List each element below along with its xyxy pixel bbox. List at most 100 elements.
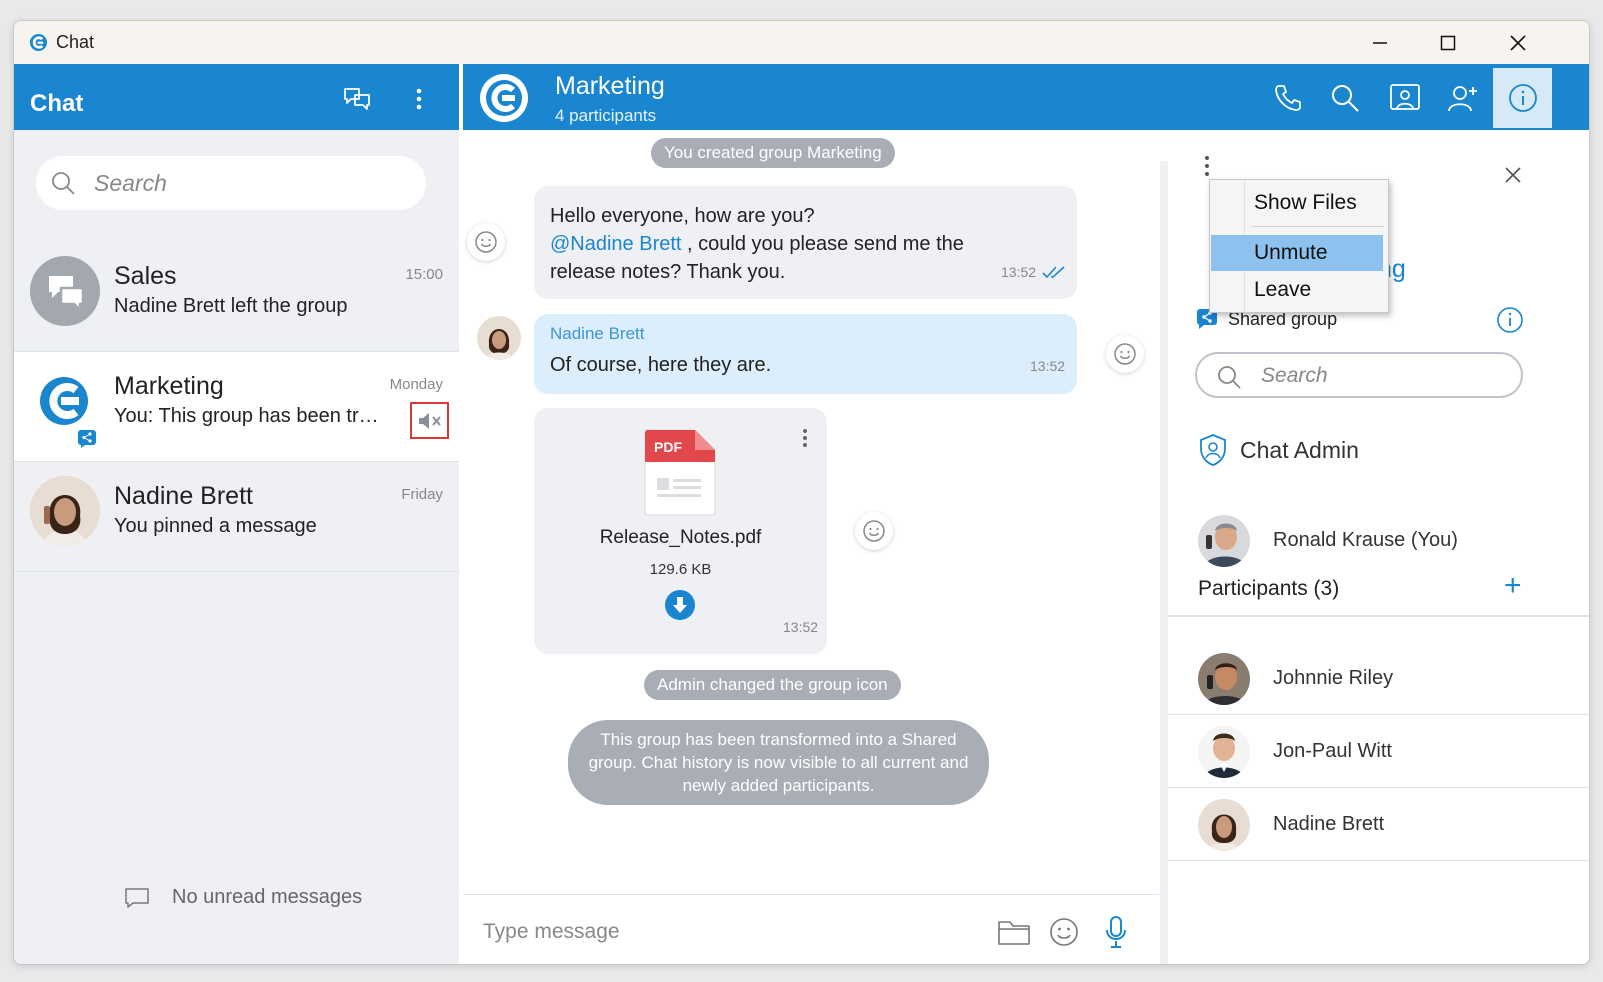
conversation-preview: You: This group has been tran... (114, 405, 389, 427)
download-button[interactable] (665, 590, 695, 620)
participant-row[interactable]: Johnnie Riley (1168, 643, 1589, 715)
message-time: 13:52 (1001, 264, 1037, 280)
file-attachment[interactable]: PDF Release_Notes.pdf 129.6 KB 13:52 (534, 408, 827, 654)
person-photo-icon (30, 476, 100, 546)
video-meeting-button[interactable] (1385, 78, 1425, 118)
react-button[interactable] (1106, 335, 1144, 373)
group-avatar (30, 366, 100, 436)
participant-row[interactable]: Nadine Brett (1168, 789, 1589, 861)
chat-bubbles-icon (344, 88, 370, 110)
conversation-preview: You pinned a message (114, 515, 317, 537)
message-composer (463, 894, 1159, 964)
outgoing-message[interactable]: Hello everyone, how are you? @Nadine Bre… (534, 186, 1077, 299)
company-logo-icon (40, 377, 88, 425)
chat-header: Marketing 4 participants (463, 64, 1589, 130)
left-more-button[interactable] (404, 84, 434, 114)
conversation-time: Friday (401, 486, 443, 503)
close-window-button[interactable] (1496, 27, 1540, 59)
minimize-button[interactable] (1358, 27, 1402, 59)
close-panel-button[interactable] (1498, 160, 1528, 190)
smiley-icon (863, 520, 885, 542)
conversation-panel: Chat Search Sales 15:00 Nadine Brett lef… (14, 64, 459, 964)
kebab-icon (416, 88, 422, 110)
maximize-icon (1440, 35, 1456, 51)
menu-item-unmute[interactable]: Unmute (1211, 235, 1383, 271)
emoji-button[interactable] (1045, 913, 1083, 951)
participant-name: Nadine Brett (1273, 813, 1385, 835)
smiley-icon (1114, 343, 1136, 365)
sender-name: Nadine Brett (550, 324, 645, 343)
presentation-icon (1390, 84, 1420, 110)
react-button[interactable] (467, 223, 505, 261)
search-icon (1218, 366, 1241, 389)
kebab-icon[interactable] (1201, 154, 1213, 180)
new-chat-button[interactable] (342, 84, 372, 114)
muted-indicator (410, 402, 449, 439)
incoming-message[interactable]: Nadine Brett Of course, here they are. 1… (534, 314, 1077, 394)
conversation-time: 15:00 (405, 266, 443, 283)
conversation-time: Monday (389, 376, 443, 393)
sender-avatar (477, 316, 521, 360)
menu-separator (1252, 226, 1384, 227)
panel-divider[interactable] (1160, 161, 1168, 964)
participant-search-input[interactable] (1261, 362, 1501, 390)
smiley-icon (1050, 918, 1078, 946)
company-logo-icon (486, 80, 522, 116)
maximize-button[interactable] (1426, 27, 1470, 59)
panel-title: Chat (30, 90, 84, 117)
info-button[interactable] (1493, 68, 1552, 128)
download-icon (673, 597, 687, 613)
file-size: 129.6 KB (649, 561, 712, 578)
conversation-item-marketing[interactable]: Marketing Monday You: This group has bee… (14, 352, 459, 462)
participants-title: Participants (3) (1198, 577, 1340, 600)
search-input[interactable] (94, 166, 394, 200)
react-button[interactable] (855, 512, 893, 550)
search-chat-button[interactable] (1325, 78, 1365, 118)
participant-name: Jon-Paul Witt (1273, 740, 1392, 762)
chat-admin-label: Chat Admin (1240, 436, 1359, 463)
message-text: Hello everyone, how are you? (550, 205, 815, 227)
group-chat-icon (49, 276, 85, 314)
folder-icon (998, 921, 1030, 945)
info-icon[interactable] (1496, 306, 1524, 334)
close-icon (1505, 167, 1521, 183)
call-button[interactable] (1268, 78, 1308, 118)
person-photo-icon (1198, 799, 1250, 851)
person-photo-icon (1198, 726, 1250, 778)
conversation-item-sales[interactable]: Sales 15:00 Nadine Brett left the group (14, 242, 459, 352)
user-avatar (30, 476, 100, 546)
voice-message-button[interactable] (1097, 913, 1135, 951)
conversation-search (36, 156, 426, 210)
read-checkmarks-icon (1042, 266, 1065, 279)
add-participant-icon[interactable]: + (1504, 569, 1522, 603)
conversation-name: Marketing (114, 372, 224, 400)
microphone-icon (1106, 916, 1126, 948)
menu-item-leave[interactable]: Leave (1211, 272, 1383, 308)
user-avatar (1198, 515, 1250, 567)
message-list: You created group Marketing Hello everyo… (463, 130, 1159, 874)
system-message: This group has been transformed into a S… (568, 720, 989, 805)
title-bar: Chat (14, 21, 1589, 64)
participant-row[interactable]: Jon-Paul Witt (1168, 716, 1589, 788)
message-time: 13:52 (783, 619, 819, 635)
group-avatar (30, 256, 100, 326)
group-logo[interactable] (480, 74, 528, 122)
message-text: Of course, here they are. (550, 354, 772, 376)
conversation-name: Nadine Brett (114, 482, 253, 510)
close-icon (1510, 35, 1526, 51)
kebab-icon[interactable] (802, 428, 808, 448)
participant-count: 4 participants (555, 106, 657, 125)
menu-item-show-files[interactable]: Show Files (1211, 185, 1383, 221)
mention-link[interactable]: @Nadine Brett (550, 233, 681, 255)
conversation-item-nadine-brett[interactable]: Nadine Brett Friday You pinned a message (14, 462, 459, 572)
person-photo-icon (1198, 653, 1250, 705)
message-input[interactable] (483, 915, 963, 949)
shared-badge-icon (78, 430, 96, 448)
system-message: You created group Marketing (651, 138, 895, 168)
user-avatar (1198, 799, 1250, 851)
speaker-muted-icon (418, 412, 441, 429)
system-message-line: newly added participants. (682, 776, 875, 795)
attach-file-button[interactable] (995, 913, 1033, 951)
phone-icon (1275, 85, 1301, 111)
add-participant-button[interactable] (1443, 78, 1483, 118)
